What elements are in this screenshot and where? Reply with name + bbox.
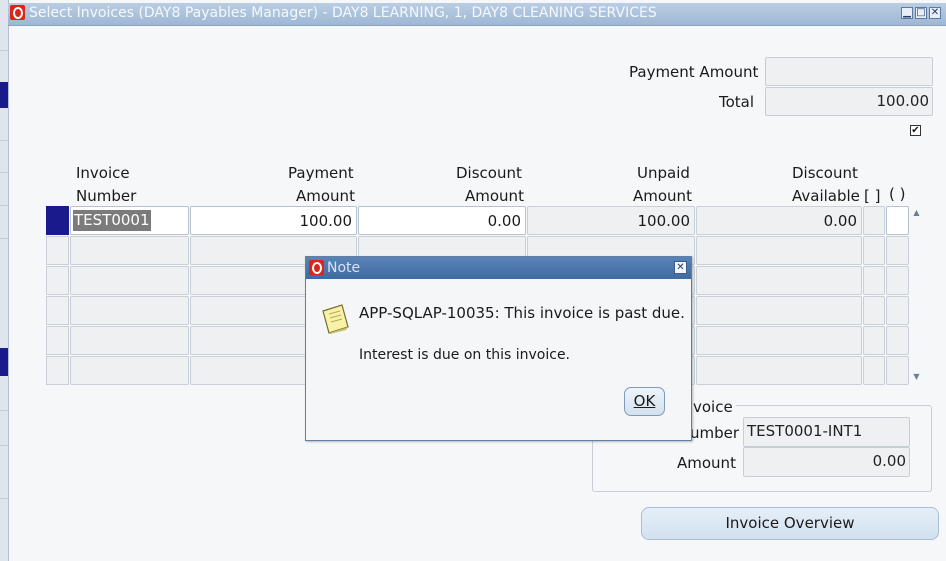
- header-payment-amount: Amount: [296, 187, 355, 205]
- select-checkbox[interactable]: ✔: [910, 125, 921, 136]
- unpaid-amount-cell[interactable]: 100.00: [527, 206, 695, 235]
- row-selector[interactable]: [46, 326, 69, 355]
- empty-cell[interactable]: [886, 326, 909, 355]
- empty-cell[interactable]: [863, 266, 885, 295]
- bracket-cell[interactable]: [863, 206, 885, 235]
- scroll-down-icon[interactable]: ▼: [910, 372, 923, 381]
- row-selector[interactable]: [46, 206, 69, 235]
- header-number: Number: [76, 187, 137, 205]
- discount-available-cell[interactable]: 0.00: [696, 206, 862, 235]
- oracle-logo-icon: [309, 260, 324, 275]
- empty-cell[interactable]: [696, 326, 862, 355]
- empty-cell[interactable]: [70, 326, 189, 355]
- empty-cell[interactable]: [886, 266, 909, 295]
- discount-amount-cell[interactable]: 0.00: [358, 206, 526, 235]
- invoice-overview-button[interactable]: Invoice Overview: [641, 507, 939, 540]
- empty-cell[interactable]: [886, 296, 909, 325]
- row-selector[interactable]: [46, 236, 69, 265]
- header-bracket: [ ]: [864, 187, 881, 205]
- payment-amount-field[interactable]: [765, 57, 933, 86]
- window-title: Select Invoices (DAY8 Payables Manager) …: [29, 5, 657, 21]
- empty-cell[interactable]: [863, 296, 885, 325]
- empty-cell[interactable]: [886, 236, 909, 265]
- close-window-button[interactable]: ✕: [929, 7, 941, 19]
- empty-cell[interactable]: [70, 266, 189, 295]
- empty-cell[interactable]: [70, 236, 189, 265]
- dialog-message: APP-SQLAP-10035: This invoice is past du…: [359, 304, 685, 322]
- dialog-close-button[interactable]: ✕: [674, 261, 687, 274]
- header-unpaid-amount: Amount: [633, 187, 692, 205]
- empty-cell[interactable]: [863, 326, 885, 355]
- window-title-bar[interactable]: Select Invoices (DAY8 Payables Manager) …: [8, 3, 946, 26]
- paren-cell[interactable]: [886, 206, 909, 235]
- empty-cell[interactable]: [696, 266, 862, 295]
- interest-amount-field[interactable]: 0.00: [743, 447, 910, 477]
- ok-button[interactable]: OK: [624, 387, 665, 416]
- empty-cell[interactable]: [863, 356, 885, 385]
- interest-number-field[interactable]: TEST0001-INT1: [743, 417, 910, 447]
- header-payment: Payment: [288, 164, 354, 182]
- empty-cell[interactable]: [886, 356, 909, 385]
- header-discount: Discount: [456, 164, 522, 182]
- empty-cell[interactable]: [696, 236, 862, 265]
- interest-amount-label: Amount: [677, 454, 736, 472]
- empty-cell[interactable]: [696, 296, 862, 325]
- scroll-up-icon[interactable]: ▲: [910, 208, 923, 217]
- minimize-button[interactable]: ▁: [901, 7, 913, 19]
- maximize-button[interactable]: □: [915, 7, 927, 19]
- dialog-title-bar[interactable]: Note ✕: [306, 257, 691, 279]
- payment-amount-cell[interactable]: 100.00: [190, 206, 357, 235]
- empty-cell[interactable]: [863, 236, 885, 265]
- row-selector[interactable]: [46, 266, 69, 295]
- header-discount-avail: Discount: [792, 164, 858, 182]
- row-selector[interactable]: [46, 296, 69, 325]
- background-window-strip: [0, 0, 9, 561]
- invoice-number-value: TEST0001: [73, 210, 151, 231]
- background-selection-mark: [0, 348, 8, 376]
- header-available: Available: [792, 187, 860, 205]
- row-selector[interactable]: [46, 356, 69, 385]
- header-invoice: Invoice: [76, 164, 130, 182]
- note-dialog: Note ✕ APP-SQLAP-10035: This invoice is …: [305, 256, 692, 441]
- total-field[interactable]: 100.00: [765, 87, 933, 116]
- interest-invoice-group-label: voice: [690, 398, 736, 416]
- dialog-detail: Interest is due on this invoice.: [359, 347, 571, 363]
- header-unpaid: Unpaid: [637, 164, 690, 182]
- empty-cell[interactable]: [696, 356, 862, 385]
- oracle-logo-icon: [10, 5, 25, 20]
- header-paren: ( ): [889, 185, 906, 203]
- payment-amount-label: Payment Amount: [629, 63, 759, 81]
- total-label: Total: [719, 93, 755, 111]
- empty-cell[interactable]: [70, 296, 189, 325]
- empty-cell[interactable]: [70, 356, 189, 385]
- header-discount-amount: Amount: [465, 187, 524, 205]
- background-selection-mark: [0, 82, 8, 108]
- interest-number-label: umber: [690, 424, 740, 442]
- dialog-title: Note: [327, 260, 361, 276]
- note-icon: [322, 304, 349, 334]
